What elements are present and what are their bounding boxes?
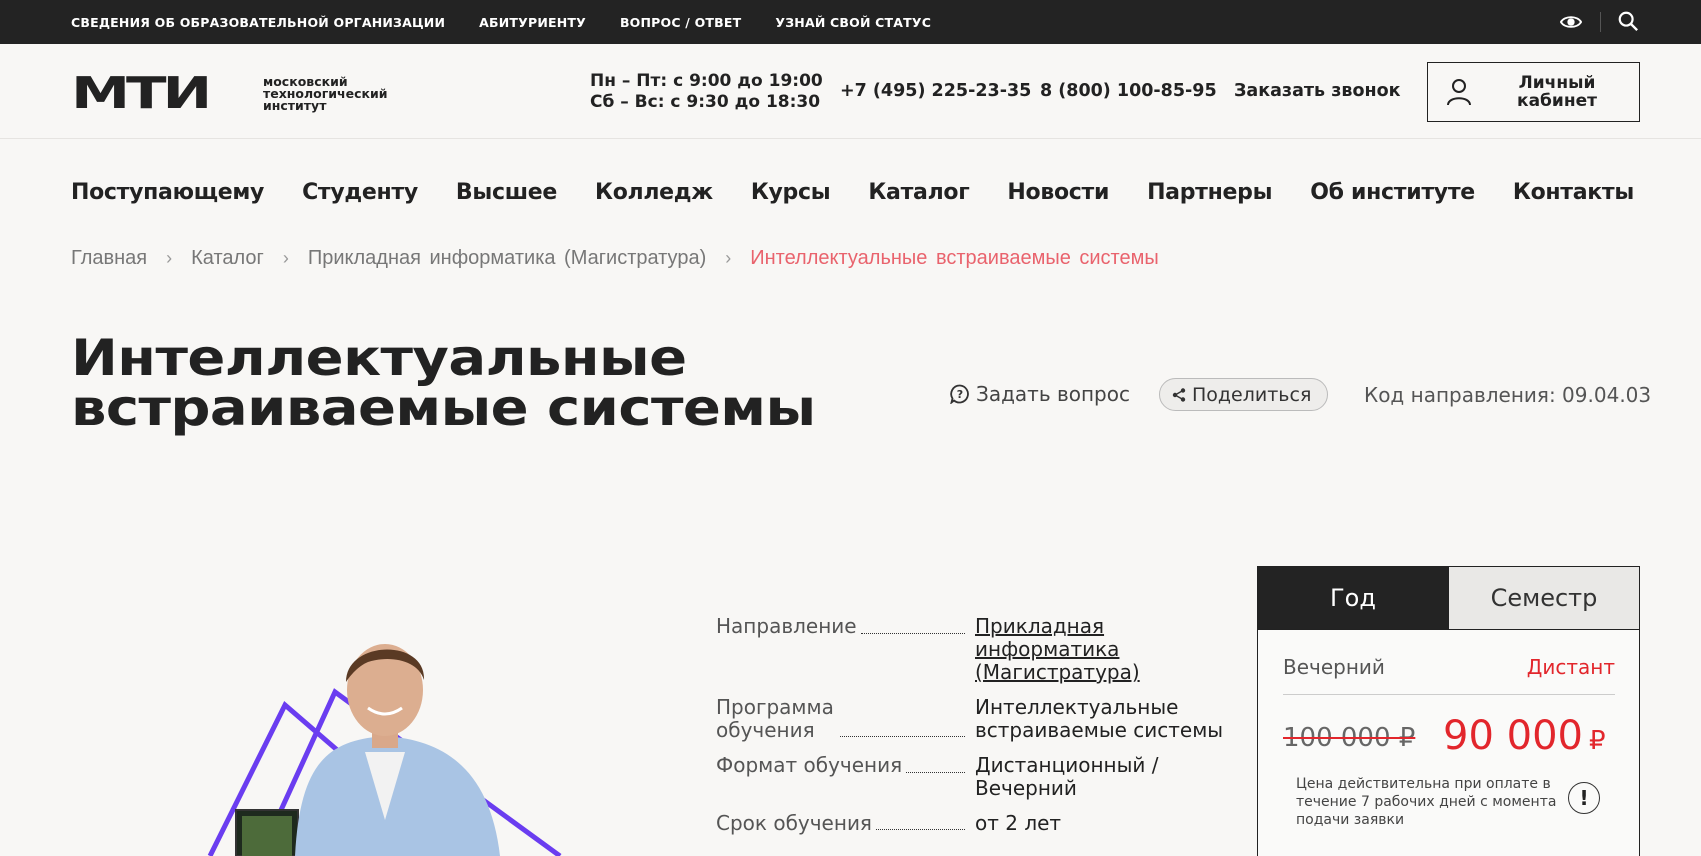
- nav-catalog[interactable]: Каталог: [868, 180, 969, 205]
- detail-value-duration: от 2 лет: [975, 811, 1062, 835]
- detail-key-text: Срок обучения: [716, 811, 872, 835]
- breadcrumb-catalog[interactable]: Каталог: [191, 247, 264, 270]
- mode-evening[interactable]: Вечерний: [1283, 655, 1385, 679]
- price-divider: [1283, 694, 1615, 695]
- nav-higher[interactable]: Высшее: [456, 180, 557, 205]
- breadcrumb: Главная › Каталог › Прикладная информати…: [71, 247, 1159, 270]
- direction-code: Код направления: 09.04.03: [1364, 383, 1652, 407]
- breadcrumb-current: Интеллектуальные встраиваемые системы: [750, 247, 1159, 269]
- price-note: Цена действительна при оплате в течение …: [1296, 776, 1557, 828]
- cabinet-label-line: Личный: [1518, 73, 1596, 93]
- tab-semester[interactable]: Семестр: [1448, 567, 1639, 629]
- detail-key-text: Направление: [716, 614, 857, 638]
- share-button[interactable]: Поделиться: [1159, 378, 1329, 411]
- tab-year[interactable]: Год: [1258, 567, 1448, 629]
- share-icon: [1172, 387, 1186, 402]
- chevron-right-icon: ›: [166, 248, 173, 268]
- question-bubble-icon: ?: [950, 384, 969, 404]
- callback-link[interactable]: Заказать звонок: [1234, 81, 1400, 101]
- top-link-status[interactable]: УЗНАЙ СВОЙ СТАТУС: [775, 15, 931, 30]
- page-title-line: встраиваемые системы: [71, 379, 816, 437]
- eye-icon[interactable]: [1560, 11, 1582, 33]
- detail-value-format: Дистанционный / Вечерний: [975, 753, 1159, 800]
- person-photo: [295, 644, 500, 856]
- detail-key: Программа обучения: [716, 696, 969, 742]
- dotted-leader: [860, 633, 965, 634]
- nav-news[interactable]: Новости: [1007, 180, 1109, 205]
- detail-key: Направление: [716, 615, 969, 684]
- dotted-leader: [906, 772, 965, 773]
- program-details: Направление Прикладная информатика (Маги…: [716, 615, 1236, 847]
- breadcrumb-home[interactable]: Главная: [71, 247, 147, 270]
- dotted-leader: [840, 736, 965, 737]
- detail-value-program: Интеллектуальные встраиваемые системы: [975, 695, 1224, 742]
- detail-key: Срок обучения: [716, 812, 969, 835]
- hours-weekdays: Пн – Пт: с 9:00 до 19:00: [590, 71, 823, 91]
- detail-row-direction: Направление Прикладная информатика (Маги…: [716, 615, 1236, 684]
- phone-tollfree[interactable]: 8 (800) 100-85-95: [1040, 81, 1217, 101]
- nav-courses[interactable]: Курсы: [751, 180, 831, 205]
- chevron-right-icon: ›: [725, 248, 732, 268]
- personal-cabinet-button[interactable]: Личный кабинет: [1427, 62, 1640, 122]
- ask-question-button[interactable]: ? Задать вопрос: [950, 382, 1130, 406]
- currency-sign: ₽: [1588, 726, 1606, 756]
- detail-key-text: Формат обучения: [716, 753, 903, 777]
- share-label: Поделиться: [1192, 383, 1312, 406]
- info-exclamation-icon[interactable]: !: [1568, 782, 1600, 814]
- nav-student[interactable]: Студенту: [302, 180, 418, 205]
- detail-key: Формат обучения: [716, 754, 969, 800]
- hours-weekend: Сб – Вс: с 9:30 до 18:30: [590, 92, 821, 112]
- top-link-applicant[interactable]: АБИТУРИЕНТУ: [479, 15, 586, 30]
- cabinet-label: Личный кабинет: [1512, 74, 1602, 110]
- page-title-line: Интеллектуальные: [71, 329, 687, 387]
- page-title: Интеллектуальные встраиваемые системы: [71, 333, 816, 433]
- nav-applicant[interactable]: Поступающему: [71, 180, 264, 205]
- price-period-tabs: Год Семестр: [1258, 567, 1639, 630]
- search-icon[interactable]: [1617, 10, 1639, 32]
- old-price: 100 000 ₽: [1283, 723, 1416, 753]
- top-divider: [1600, 12, 1601, 32]
- nav-about[interactable]: Об институте: [1310, 180, 1475, 205]
- new-price-value: 90 000: [1443, 713, 1583, 759]
- top-links: СВЕДЕНИЯ ОБ ОБРАЗОВАТЕЛЬНОЙ ОРГАНИЗАЦИИ …: [71, 0, 931, 44]
- detail-row-duration: Срок обучения от 2 лет: [716, 812, 1236, 835]
- breadcrumb-direction[interactable]: Прикладная информатика (Магистратура): [308, 247, 706, 270]
- main-nav: Поступающему Студенту Высшее Колледж Кур…: [71, 180, 1634, 205]
- working-hours: Пн – Пт: с 9:00 до 19:00 Сб – Вс: с 9:30…: [590, 71, 823, 113]
- cabinet-label-line: кабинет: [1517, 91, 1597, 111]
- ask-question-label: Задать вопрос: [976, 382, 1130, 406]
- chevron-right-icon: ›: [282, 248, 289, 268]
- phone-moscow[interactable]: +7 (495) 225-23-35: [840, 81, 1031, 101]
- study-mode-switch: Вечерний Дистант: [1283, 655, 1615, 679]
- svg-text:?: ?: [957, 388, 963, 401]
- top-bar: СВЕДЕНИЯ ОБ ОБРАЗОВАТЕЛЬНОЙ ОРГАНИЗАЦИИ …: [0, 0, 1701, 44]
- mode-distant[interactable]: Дистант: [1527, 655, 1615, 679]
- logo-mark: МТИ: [71, 68, 212, 119]
- detail-key-text: Программа обучения: [716, 695, 834, 742]
- detail-row-program: Программа обучения Интеллектуальные встр…: [716, 696, 1236, 742]
- top-link-org-info[interactable]: СВЕДЕНИЯ ОБ ОБРАЗОВАТЕЛЬНОЙ ОРГАНИЗАЦИИ: [71, 15, 445, 30]
- user-icon: [1447, 79, 1471, 106]
- logo[interactable]: МТИ московский технологический институт: [71, 72, 388, 116]
- detail-value-direction-link[interactable]: Прикладная информатика (Магистратура): [975, 615, 1230, 684]
- nav-college[interactable]: Колледж: [595, 180, 713, 205]
- nav-partners[interactable]: Партнеры: [1147, 180, 1272, 205]
- header: МТИ московский технологический институт …: [0, 44, 1701, 139]
- dotted-leader: [875, 829, 965, 830]
- hero-image: [207, 644, 562, 856]
- top-link-faq[interactable]: ВОПРОС / ОТВЕТ: [620, 15, 741, 30]
- new-price: 90 000 ₽: [1443, 713, 1606, 759]
- detail-row-format: Формат обучения Дистанционный / Вечерний: [716, 754, 1236, 800]
- nav-contacts[interactable]: Контакты: [1513, 180, 1634, 205]
- laptop-image: [235, 809, 299, 856]
